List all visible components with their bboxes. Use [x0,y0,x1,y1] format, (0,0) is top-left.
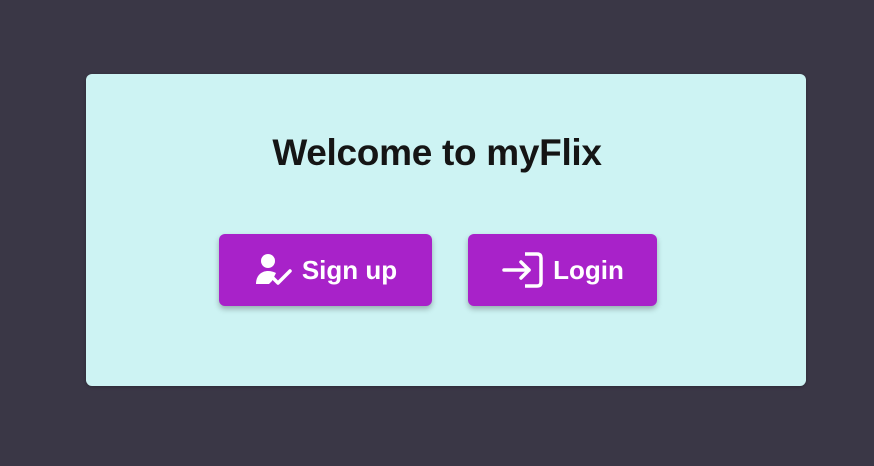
signup-button-label: Sign up [301,255,398,285]
page-title: Welcome to myFlix [272,132,602,173]
signup-button[interactable]: Sign up [219,234,432,306]
login-button[interactable]: Login [468,234,657,306]
login-button-label: Login [553,255,624,285]
person-check-icon [254,252,294,288]
welcome-card [86,74,806,386]
login-icon [501,252,545,288]
